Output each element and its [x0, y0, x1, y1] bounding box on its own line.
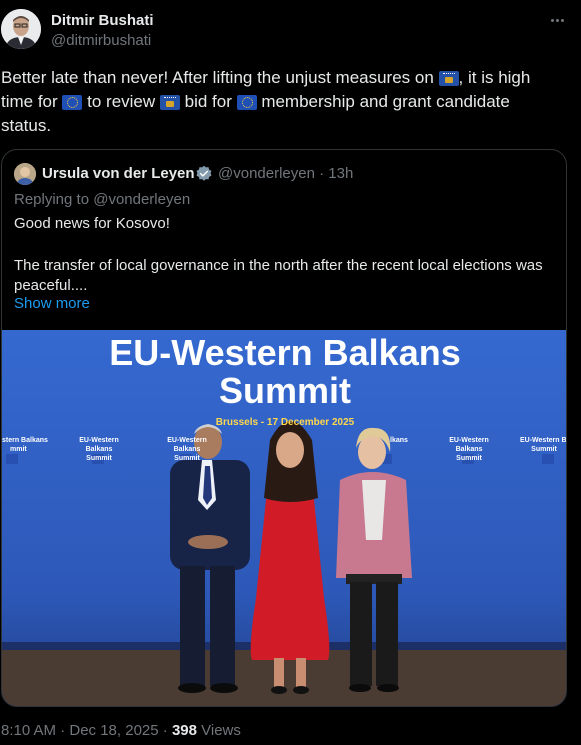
backdrop-label-line: EU-Western Balkans	[449, 437, 489, 453]
tweet-text-part: Better late than never! After lifting th…	[1, 68, 439, 87]
quoted-text-line2: The transfer of local governance in the …	[14, 257, 543, 294]
backdrop-label-line: EU-Western Balkans	[167, 437, 207, 453]
author-handle[interactable]: @ditmirbushati	[51, 32, 151, 49]
eu-flag-icon	[62, 95, 83, 110]
views-count: 398	[171, 722, 197, 739]
banner-title-line2: Summit	[218, 370, 351, 411]
quoted-text-line1: Good news for Kosovo!	[14, 215, 170, 232]
tweet-header: Ditmir Bushati @ditmirbushati	[0, 0, 581, 60]
quoted-handle-time: @vonderleyen · 13h	[218, 165, 354, 182]
quoted-author-name[interactable]: Ursula von der Leyen	[42, 165, 195, 182]
banner-title-line1: EU-Western Balkans	[109, 332, 461, 373]
timestamp[interactable]: 8:10 AM · Dec 18, 2025 ·	[1, 722, 172, 739]
quoted-tweet[interactable]: Ursula von der Leyen @vonderleyen · 13h …	[1, 149, 567, 707]
kosovo-flag-icon	[438, 71, 459, 86]
eu-flag-icon	[236, 95, 257, 110]
tweet-text: Better late than never! After lifting th…	[1, 66, 561, 138]
banner-title: EU-Western Balkans Summit	[2, 332, 566, 411]
backdrop-label-line: Summit	[531, 446, 557, 453]
backdrop-label-line: Summit	[174, 455, 200, 462]
kosovo-flag-icon	[159, 95, 180, 110]
author-avatar[interactable]	[1, 9, 41, 49]
backdrop-label: EU-Western Balkans Summit	[438, 436, 500, 463]
backdrop-label: lkans	[390, 436, 408, 445]
backdrop-label-line: Summit	[86, 455, 112, 462]
backdrop-label-line: Summit	[456, 455, 482, 462]
backdrop-label-line: lkans	[390, 437, 408, 444]
backdrop-label: EU-Western Balkans Summit	[68, 436, 130, 463]
backdrop-label-line: EU-Western Balka	[520, 437, 567, 444]
backdrop-label: EU-Western Balka Summit	[520, 436, 567, 454]
tweet-text-part: to review	[82, 92, 160, 111]
tweet-footer: 8:10 AM · Dec 18, 2025 · 398 Views	[1, 722, 241, 739]
show-more-link[interactable]: Show more	[14, 295, 90, 312]
backdrop-label-line: EU-Western Balkans	[79, 437, 119, 453]
backdrop-label: EU-Western Balkans Summit	[156, 436, 218, 463]
views-label: Views	[196, 722, 241, 739]
tweet-text-part: bid for	[179, 92, 237, 111]
backdrop-label-line: mmit	[10, 446, 27, 453]
more-options-icon[interactable]	[545, 10, 569, 30]
banner-subtitle: Brussels - 17 December 2025	[215, 417, 355, 428]
backdrop-label-line: stern Balkans	[2, 437, 48, 444]
quoted-author-avatar[interactable]	[14, 163, 36, 185]
author-name[interactable]: Ditmir Bushati	[51, 12, 154, 29]
replying-to: Replying to @vonderleyen	[14, 191, 191, 208]
backdrop-label: stern Balkans mmit	[2, 436, 48, 454]
quoted-photo[interactable]: EU-Western Balkans Summit Brussels - 17 …	[2, 330, 567, 706]
verified-badge-icon	[195, 165, 213, 183]
